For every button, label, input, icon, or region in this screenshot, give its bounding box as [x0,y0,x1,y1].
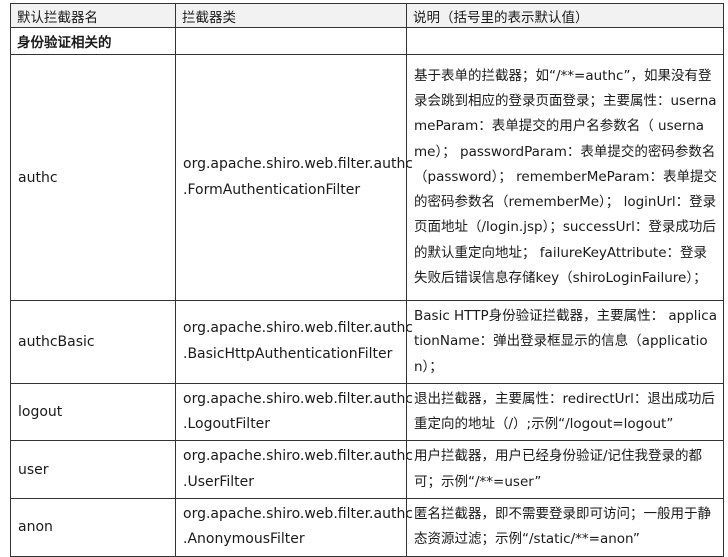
section-empty-cell [175,27,407,55]
table-row: logout org.apache.shiro.web.filter.authc… [10,382,724,442]
filter-name: logout [10,382,176,442]
filter-class-name: .AnonymousFilter [183,531,305,548]
filter-description: 基于表单的拦截器；如“/**=authc”，如果没有登录会跳到相应的登录页面登录… [406,54,724,301]
section-row: 身份验证相关的 [10,27,724,55]
filter-class-name: .UserFilter [183,473,255,490]
filter-name: anon [10,498,176,557]
filter-class-name: .LogoutFilter [183,416,271,433]
table-row: authc org.apache.shiro.web.filter.authc … [10,54,724,301]
filter-class-name: .FormAuthenticationFilter [183,181,361,198]
filter-description: 用户拦截器，用户已经身份验证/记住我登录的都可；示例“/**=user” [406,440,724,500]
filter-class: org.apache.shiro.web.filter.authc .Logou… [175,382,414,442]
header-filter-name: 默认拦截器名 [10,3,176,28]
filter-class: org.apache.shiro.web.filter.authc .UserF… [175,440,414,500]
table-row: user org.apache.shiro.web.filter.authc .… [10,440,724,500]
filter-class-package: org.apache.shiro.web.filter.authc [183,448,414,465]
header-filter-class: 拦截器类 [175,3,407,28]
filter-table: 默认拦截器名 拦截器类 说明（括号里的表示默认值） 身份验证相关的 authc … [10,3,724,557]
filter-class-package: org.apache.shiro.web.filter.authc [183,156,414,172]
table-row: authcBasic org.apache.shiro.web.filter.a… [10,300,724,384]
filter-class-name: .BasicHttpAuthenticationFilter [183,345,393,362]
filter-description: 匿名拦截器，即不需要登录即可访问；一般用于静态资源过滤；示例“/static/*… [406,498,724,557]
table-header-row: 默认拦截器名 拦截器类 说明（括号里的表示默认值） [10,3,724,28]
filter-class-package: org.apache.shiro.web.filter.authc [183,390,414,407]
filter-name: authc [10,54,176,301]
filter-description: 退出拦截器，主要属性：redirectUrl：退出成功后重定向的地址（/）;示例… [406,382,724,442]
filter-class: org.apache.shiro.web.filter.authc .Anony… [175,498,414,557]
filter-description: Basic HTTP身份验证拦截器，主要属性： applicationName：… [406,300,724,384]
section-empty-cell [406,27,724,55]
table-row: anon org.apache.shiro.web.filter.authc .… [10,498,724,557]
header-description: 说明（括号里的表示默认值） [406,3,724,28]
section-title: 身份验证相关的 [10,27,176,55]
filter-class-package: org.apache.shiro.web.filter.authc [183,320,414,337]
filter-name: user [10,440,176,500]
filter-class: org.apache.shiro.web.filter.authc .Basic… [175,300,414,384]
filter-class: org.apache.shiro.web.filter.authc .FormA… [175,54,414,301]
filter-name: authcBasic [10,300,176,384]
filter-class-package: org.apache.shiro.web.filter.authc [183,505,414,522]
